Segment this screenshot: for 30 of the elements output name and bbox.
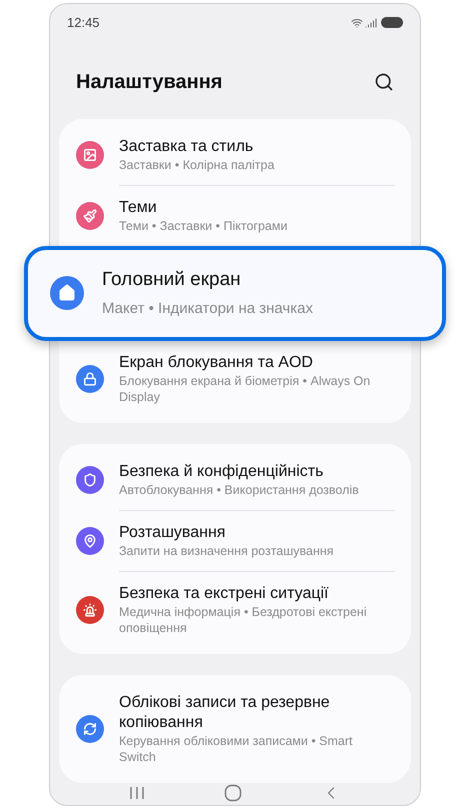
item-title: Безпека та екстрені ситуації — [119, 584, 330, 604]
item-title: Екран блокування та AOD — [119, 352, 314, 372]
item-title: Заставка та стиль — [119, 136, 254, 156]
item-subtitle: Медична інформація • Бездротові екстрені оповіщення — [119, 604, 368, 636]
item-subtitle: Заставки • Колірна палітра — [119, 156, 276, 172]
item-subtitle: Автоблокування • Використання дозволів — [119, 482, 360, 498]
page-title: Налаштування — [76, 70, 222, 94]
setting-item[interactable]: Безпека й конфіденційність Автоблокування • Використання дозволів — [59, 450, 411, 510]
setting-item[interactable]: Розташування Запити на визначення розташування — [59, 510, 411, 572]
highlighted-setting-item[interactable]: Головний екран Макет • Індикатори на значках — [24, 246, 446, 340]
setting-item[interactable]: Теми Теми • Заставки • Піктограми — [59, 186, 411, 246]
setting-item[interactable]: Облікові записи та резервне копіювання Керування обліковими записами • Smart Switch — [59, 680, 411, 776]
battery-icon — [381, 17, 403, 28]
signal-icon — [365, 16, 377, 29]
item-title: Теми — [119, 198, 158, 218]
item-title: Облікові записи та резервне копіювання — [119, 692, 331, 732]
setting-item[interactable]: Безпека та екстрені ситуації Медична інформація • Бездротові екстрені оповіщення — [59, 572, 411, 648]
recent-apps-icon[interactable] — [129, 786, 146, 800]
item-subtitle: Керування обліковими записами • Smart Switch — [119, 732, 354, 764]
item-subtitle: Теми • Заставки • Піктограми — [119, 218, 288, 234]
item-title: Головний екран — [102, 268, 242, 292]
setting-item[interactable]: Екран блокування та AOD Блокування екрана й біометрія • Always On Display — [59, 340, 411, 416]
setting-item[interactable]: Заставка та стиль Заставки • Колірна палітра — [59, 124, 411, 186]
item-subtitle: Макет • Індикатори на значках — [102, 299, 313, 319]
item-title: Безпека й конфіденційність — [119, 462, 324, 482]
item-subtitle: Блокування екрана й біометрія • Always On Display — [119, 372, 372, 404]
item-title: Розташування — [119, 522, 226, 542]
status-time: 12:45 — [67, 14, 100, 32]
search-icon[interactable] — [374, 72, 394, 92]
item-subtitle: Запити на визначення розташування — [119, 542, 335, 558]
